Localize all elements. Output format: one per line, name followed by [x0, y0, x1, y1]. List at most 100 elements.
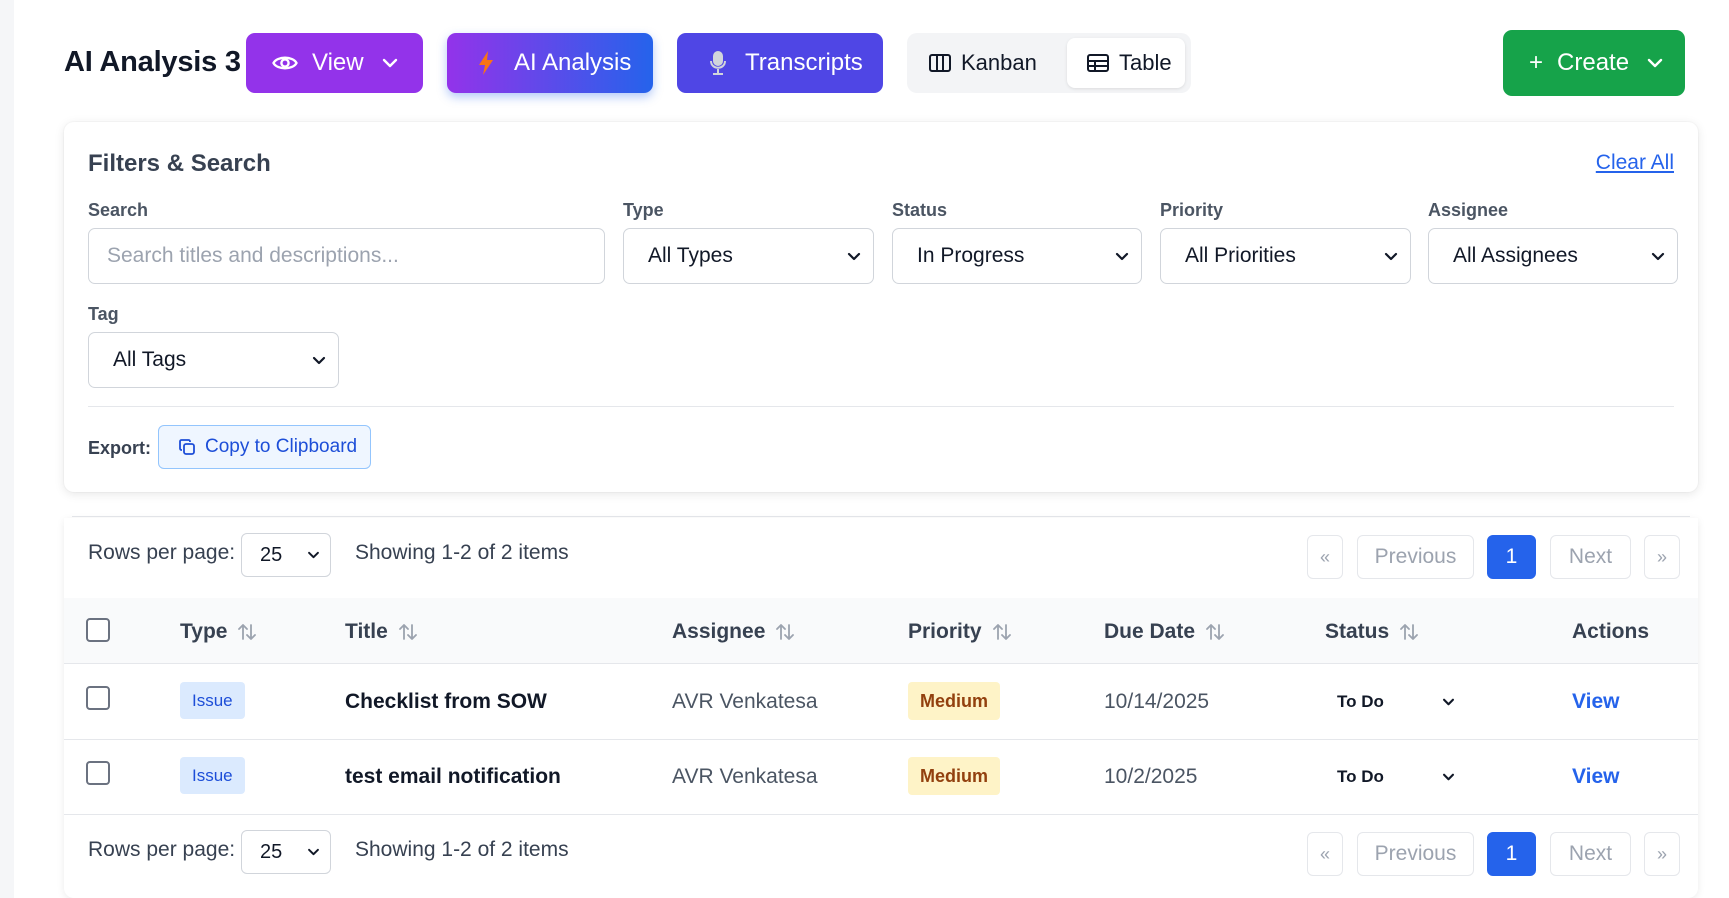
kanban-label: Kanban: [961, 50, 1037, 75]
row-status-value: To Do: [1337, 767, 1384, 786]
row-assignee: AVR Venkatesa: [672, 765, 818, 788]
tag-label: Tag: [88, 304, 119, 324]
previous-page-button[interactable]: Previous: [1357, 535, 1474, 579]
select-all-checkbox[interactable]: [86, 618, 110, 642]
column-header-actions: Actions: [1572, 620, 1649, 644]
status-label: Status: [892, 200, 948, 220]
table-icon: [1087, 54, 1109, 72]
view-button[interactable]: View: [246, 33, 423, 93]
row-title: test email notification: [345, 765, 561, 788]
type-select-value: All Types: [648, 244, 733, 267]
column-header-title-label: Title: [345, 620, 388, 643]
priority-label: Priority: [1160, 200, 1224, 220]
microphone-icon: [710, 51, 726, 75]
first-page-button[interactable]: «: [1307, 832, 1343, 876]
column-header-type-label: Type: [180, 620, 228, 643]
column-header-priority[interactable]: Priority: [908, 620, 1012, 644]
row-checkbox[interactable]: [86, 761, 110, 785]
chevron-down-icon: [1115, 252, 1129, 260]
rows-per-page-label: Rows per page:: [88, 838, 236, 861]
type-badge: Issue: [180, 682, 245, 719]
first-page-button[interactable]: «: [1307, 535, 1343, 579]
create-label: Create: [1557, 49, 1630, 76]
clear-all-link[interactable]: Clear All: [1596, 151, 1674, 175]
sort-icon: [1400, 624, 1419, 640]
priority-badge: Medium: [908, 757, 1001, 795]
chevron-down-icon: [308, 848, 319, 856]
page-number-button[interactable]: 1: [1487, 832, 1536, 876]
row-view-link[interactable]: View: [1572, 765, 1619, 789]
section-divider: [72, 516, 1690, 517]
copy-to-clipboard-button[interactable]: Copy to Clipboard: [158, 425, 371, 469]
row-view-link[interactable]: View: [1572, 690, 1619, 714]
search-label: Search: [88, 200, 149, 220]
rows-per-page-label: Rows per page:: [88, 541, 236, 564]
rows-per-page-select[interactable]: 25: [241, 830, 331, 874]
row-status-select[interactable]: To Do: [1325, 760, 1455, 794]
tag-select[interactable]: All Tags: [88, 332, 339, 388]
create-button[interactable]: + Create: [1503, 30, 1685, 96]
priority-badge: Medium: [908, 682, 1001, 720]
column-header-type[interactable]: Type: [180, 620, 257, 644]
copy-icon: [179, 439, 195, 455]
transcripts-button[interactable]: Transcripts: [677, 33, 883, 93]
assignee-select[interactable]: All Assignees: [1428, 228, 1678, 284]
status-select-value: In Progress: [917, 244, 1025, 267]
previous-page-button[interactable]: Previous: [1357, 832, 1474, 876]
rows-per-page-value: 25: [260, 543, 283, 566]
chevron-down-icon: [847, 252, 861, 260]
column-header-status[interactable]: Status: [1325, 620, 1419, 644]
last-page-button[interactable]: »: [1644, 832, 1680, 876]
status-select[interactable]: In Progress: [892, 228, 1142, 284]
next-page-button[interactable]: Next: [1550, 832, 1631, 876]
filters-title: Filters & Search: [88, 150, 271, 177]
ai-analysis-button[interactable]: AI Analysis: [447, 33, 653, 93]
table-row: Issue Checklist from SOW AVR Venkatesa M…: [64, 665, 1698, 740]
copy-to-clipboard-label: Copy to Clipboard: [205, 436, 358, 457]
row-checkbox[interactable]: [86, 686, 110, 710]
search-placeholder: Search titles and descriptions...: [107, 244, 399, 267]
priority-select-value: All Priorities: [1185, 244, 1296, 267]
row-assignee: AVR Venkatesa: [672, 690, 818, 713]
chevron-down-icon: [1651, 252, 1665, 260]
view-button-label: View: [312, 49, 364, 76]
column-header-due-date[interactable]: Due Date: [1104, 620, 1225, 644]
lightning-icon: [479, 51, 493, 75]
chevron-down-icon: [1442, 773, 1455, 781]
table-row: Issue test email notification AVR Venkat…: [64, 740, 1698, 815]
last-page-button[interactable]: »: [1644, 535, 1680, 579]
type-badge: Issue: [180, 757, 245, 794]
row-status-value: To Do: [1337, 692, 1384, 711]
table-toggle-button[interactable]: Table: [1067, 38, 1185, 88]
priority-select[interactable]: All Priorities: [1160, 228, 1411, 284]
column-header-actions-label: Actions: [1572, 620, 1650, 643]
kanban-icon: [929, 54, 951, 72]
sort-icon: [1206, 624, 1224, 640]
column-header-assignee-label: Assignee: [672, 620, 766, 643]
row-due-date: 10/14/2025: [1104, 690, 1210, 713]
column-header-assignee[interactable]: Assignee: [672, 620, 795, 644]
search-input[interactable]: Search titles and descriptions...: [88, 228, 605, 284]
chevron-down-icon: [1442, 698, 1455, 706]
page-number-button[interactable]: 1: [1487, 535, 1536, 579]
assignee-label: Assignee: [1428, 200, 1509, 220]
kanban-toggle-button[interactable]: Kanban: [929, 38, 1037, 88]
next-page-button[interactable]: Next: [1550, 535, 1631, 579]
transcripts-label: Transcripts: [745, 49, 863, 76]
row-title: Checklist from SOW: [345, 690, 547, 713]
rows-per-page-select[interactable]: 25: [241, 533, 331, 577]
sort-icon: [398, 624, 417, 640]
filters-divider: [88, 406, 1674, 407]
type-select[interactable]: All Types: [623, 228, 874, 284]
showing-count: Showing 1-2 of 2 items: [355, 541, 569, 564]
chevron-down-icon: [382, 58, 397, 68]
page: AI Analysis 3 View AI Analysis Transcrip…: [14, 0, 1729, 898]
row-status-select[interactable]: To Do: [1325, 685, 1455, 719]
export-label: Export:: [88, 438, 151, 458]
pagination-bar-bottom: Rows per page: 25 Showing 1-2 of 2 items…: [64, 815, 1698, 885]
tag-select-value: All Tags: [113, 348, 187, 371]
column-header-title[interactable]: Title: [345, 620, 418, 644]
chevron-down-icon: [312, 356, 326, 364]
column-header-due-date-label: Due Date: [1104, 620, 1196, 643]
view-mode-toggle: Kanban Table: [907, 33, 1191, 93]
